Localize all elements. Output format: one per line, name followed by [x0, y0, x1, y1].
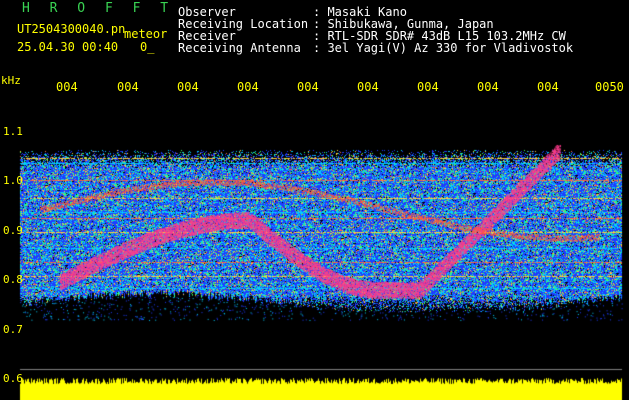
- x-tick-9: 004: [537, 80, 559, 94]
- file-tag: meteor: [124, 27, 168, 41]
- file-index: 0_: [140, 40, 155, 54]
- app-title: H R O F F T: [22, 1, 175, 16]
- file-datetime: 25.04.30 00:40: [17, 40, 119, 54]
- y-tick-0.8: 0.8: [3, 273, 23, 286]
- x-tick-10: 0050: [595, 80, 624, 94]
- x-tick-7: 004: [417, 80, 439, 94]
- x-tick-2: 004: [117, 80, 139, 94]
- y-tick-1.1: 1.1: [3, 125, 23, 138]
- info-label-antenna: Receiving Antenna: [178, 41, 301, 55]
- y-tick-1.0: 1.0: [3, 174, 23, 187]
- x-tick-4: 004: [237, 80, 259, 94]
- info-value-antenna: : 3el Yagi(V) Az 330 for Vladivostok: [313, 41, 574, 55]
- file-name: UT2504300040.pn: [17, 22, 126, 36]
- spectrogram-canvas: [0, 0, 629, 400]
- y-tick-0.6: 0.6: [3, 372, 23, 385]
- x-tick-8: 004: [477, 80, 499, 94]
- x-tick-1: 004: [56, 80, 78, 94]
- x-tick-5: 004: [297, 80, 319, 94]
- x-tick-6: 004: [357, 80, 379, 94]
- y-axis-unit: kHz: [1, 74, 21, 87]
- x-tick-3: 004: [177, 80, 199, 94]
- y-tick-0.7: 0.7: [3, 323, 23, 336]
- y-tick-0.9: 0.9: [3, 224, 23, 237]
